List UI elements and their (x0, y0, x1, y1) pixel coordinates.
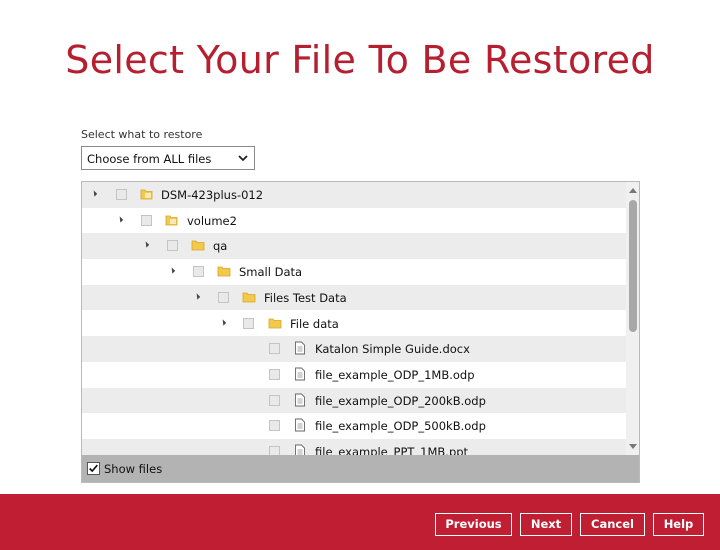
row-checkbox[interactable] (167, 240, 178, 252)
tree-row[interactable]: File data (82, 311, 626, 337)
collapse-icon[interactable] (90, 190, 98, 197)
folder-icon (242, 292, 256, 303)
tree-row-label: file_example_ODP_200kB.odp (315, 393, 486, 408)
row-checkbox[interactable] (218, 291, 229, 303)
collapse-icon[interactable] (142, 241, 150, 249)
tree-footer: Show files (82, 455, 639, 482)
row-checkbox[interactable] (141, 214, 152, 226)
show-files-checkbox[interactable] (87, 462, 100, 475)
collapse-icon[interactable] (116, 216, 124, 223)
previous-button[interactable]: Previous (435, 513, 512, 536)
folder-icon (217, 266, 231, 277)
tree-row-label: file_example_ODP_1MB.odp (315, 367, 475, 382)
cancel-button[interactable]: Cancel (580, 513, 645, 536)
tree-row[interactable]: DSM-423plus-012 (82, 182, 626, 208)
tree-row[interactable]: Small Data (82, 259, 626, 285)
scroll-thumb[interactable] (629, 200, 637, 332)
tree-row-label: Katalon Simple Guide.docx (315, 342, 470, 357)
folder-open-icon (165, 215, 178, 226)
row-checkbox[interactable] (269, 343, 280, 355)
tree-row[interactable]: volume2 (82, 208, 626, 234)
row-checkbox[interactable] (269, 420, 280, 432)
restore-select-value: Choose from ALL files (87, 152, 212, 166)
folder-icon (268, 318, 282, 328)
file-icon (295, 367, 305, 381)
tree-row-label: qa (213, 239, 228, 254)
page-title: Select Your File To Be Restored (65, 38, 655, 82)
folder-icon (191, 240, 205, 251)
file-tree[interactable]: DSM-423plus-012 volume2 qa Small Data Fi… (81, 181, 640, 483)
row-checkbox[interactable] (243, 317, 254, 329)
restore-label: Select what to restore (81, 128, 203, 141)
help-button[interactable]: Help (653, 513, 704, 536)
file-icon (295, 418, 305, 432)
scroll-up-icon[interactable] (629, 188, 637, 193)
bottom-action-bar: Previous Next Cancel Help (0, 494, 720, 550)
tree-row-label: Files Test Data (264, 290, 347, 305)
row-checkbox[interactable] (193, 266, 204, 278)
show-files-label[interactable]: Show files (104, 462, 162, 476)
collapse-icon[interactable] (219, 318, 227, 326)
folder-open-icon (140, 189, 153, 200)
collapse-icon[interactable] (193, 293, 201, 300)
row-checkbox[interactable] (269, 446, 280, 455)
tree-row[interactable]: Katalon Simple Guide.docx (82, 336, 626, 362)
collapse-icon[interactable] (168, 267, 176, 274)
checkmark-icon (89, 464, 98, 473)
row-checkbox[interactable] (269, 368, 280, 380)
tree-row[interactable]: qa (82, 233, 626, 260)
row-checkbox[interactable] (116, 189, 127, 200)
tree-row[interactable]: file_example_ODP_200kB.odp (82, 387, 626, 414)
scroll-down-icon[interactable] (629, 444, 637, 449)
file-icon (295, 393, 305, 407)
row-checkbox[interactable] (269, 394, 280, 406)
tree-row[interactable]: file_example_ODP_500kB.odp (82, 413, 626, 439)
tree-row[interactable]: Files Test Data (82, 284, 626, 311)
tree-row[interactable]: file_example_ODP_1MB.odp (82, 362, 626, 388)
tree-row[interactable]: file_example_PPT_1MB.ppt (82, 439, 626, 455)
next-button[interactable]: Next (520, 513, 572, 536)
tree-row-label: Small Data (239, 265, 303, 280)
tree-rows: DSM-423plus-012 volume2 qa Small Data Fi… (82, 182, 626, 455)
tree-row-label: file_example_ODP_500kB.odp (315, 419, 486, 434)
file-icon (295, 341, 305, 355)
restore-select[interactable]: Choose from ALL files (81, 146, 255, 170)
tree-scrollbar[interactable] (626, 182, 639, 455)
chevron-down-icon (238, 155, 248, 162)
tree-row-label: file_example_PPT_1MB.ppt (315, 445, 469, 455)
tree-row-label: volume2 (187, 213, 237, 228)
file-icon (295, 444, 305, 455)
tree-row-label: DSM-423plus-012 (161, 188, 264, 202)
tree-row-label: File data (290, 316, 339, 331)
